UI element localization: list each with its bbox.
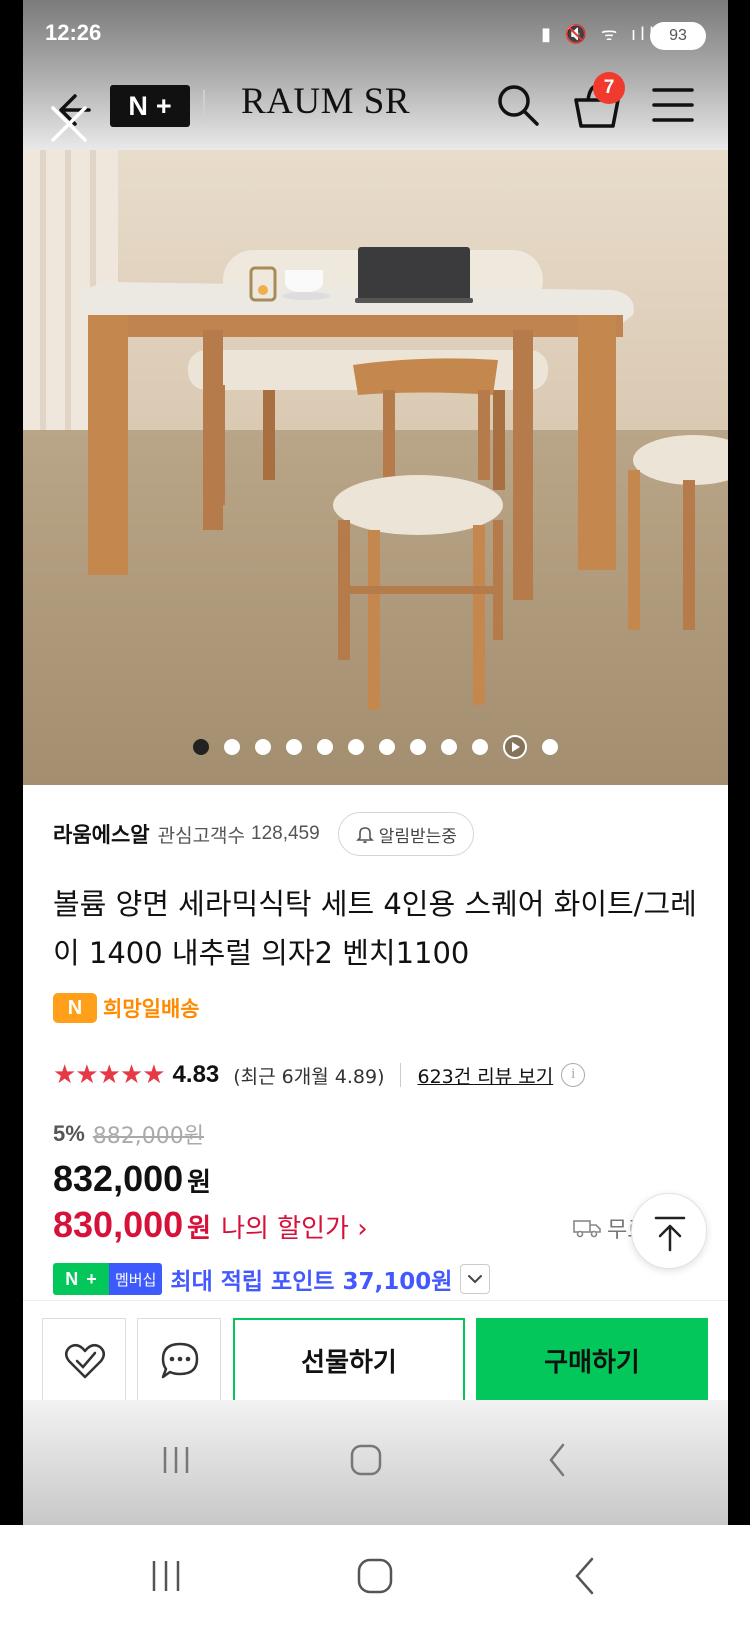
discount-rate: 5% xyxy=(53,1121,85,1146)
cart-count-badge: 7 xyxy=(593,72,625,104)
carousel-pagination xyxy=(23,735,728,759)
arrow-up-icon xyxy=(654,1216,686,1252)
carousel-dot[interactable] xyxy=(317,739,333,755)
discount-row: 5% 882,000원 xyxy=(53,1118,204,1150)
recent-apps-icon[interactable] xyxy=(151,1435,201,1485)
gift-button[interactable]: 선물하기 xyxy=(233,1318,465,1402)
header-divider xyxy=(203,90,205,122)
original-price: 882,000원 xyxy=(92,1124,205,1149)
rating-score: 4.83 xyxy=(172,1061,220,1088)
delivery-truck-outline-icon xyxy=(573,1220,601,1238)
price-unit: 원 xyxy=(187,1168,212,1198)
hamburger-menu-icon[interactable] xyxy=(648,82,698,128)
my-discount-price[interactable]: 830,000 원 나의 할인가 › xyxy=(53,1204,368,1246)
status-icons: ▮ 🔇 ᯤ ıll xyxy=(541,24,658,45)
points-expand-button[interactable] xyxy=(460,1264,491,1294)
carousel-dot[interactable] xyxy=(410,739,426,755)
membership-points-row[interactable]: N + 멤버십 최대 적립 포인트 37,100원 xyxy=(53,1262,491,1296)
np-badge-n: N xyxy=(65,1268,79,1289)
home-icon[interactable] xyxy=(350,1551,400,1601)
purchase-action-bar: 선물하기 구매하기 xyxy=(23,1300,728,1402)
back-icon[interactable] xyxy=(533,1435,583,1485)
nplus-plus: + xyxy=(155,90,172,121)
carousel-dot[interactable] xyxy=(224,739,240,755)
rating-row: ★★★★★ 4.83 (최근 6개월 4.89) 623건 리뷰 보기 i xyxy=(53,1055,586,1095)
recent-rating: (최근 6개월 4.89) xyxy=(233,1065,385,1088)
store-brand-logo[interactable]: RAUM SR xyxy=(241,80,410,123)
nplus-n: N xyxy=(128,90,148,121)
product-image-carousel[interactable] xyxy=(23,150,728,785)
app-screen: 12:26 ▮ 🔇 ᯤ ıll 93 N + RAUM SR 7 라움에스알 관… xyxy=(23,0,728,1525)
store-name-link[interactable]: 라움에스알 xyxy=(53,819,150,849)
rating-divider xyxy=(400,1063,402,1087)
battery-indicator: 93 xyxy=(650,22,706,50)
carousel-dot[interactable] xyxy=(472,739,488,755)
info-icon[interactable]: i xyxy=(561,1063,586,1087)
carousel-dot[interactable] xyxy=(441,739,457,755)
home-icon[interactable] xyxy=(341,1435,391,1485)
delivery-label: 희망일배송 xyxy=(103,997,200,1021)
carousel-dot[interactable] xyxy=(255,739,271,755)
sale-price: 832,000 원 xyxy=(53,1158,211,1200)
back-icon[interactable] xyxy=(560,1551,610,1601)
app-header: N + RAUM SR 7 xyxy=(23,70,728,150)
wishlist-button[interactable] xyxy=(42,1318,126,1402)
np-badge-membership: 멤버십 xyxy=(109,1263,163,1295)
chat-bubble-icon xyxy=(161,1342,199,1379)
device-frame: 12:26 ▮ 🔇 ᯤ ıll 93 N + RAUM SR 7 라움에스알 관… xyxy=(0,0,750,1625)
carousel-dot-video[interactable] xyxy=(503,735,527,759)
talk-talk-button[interactable] xyxy=(137,1318,221,1402)
store-info-row: 라움에스알 관심고객수 128,459 알림받는중 xyxy=(53,812,474,856)
carousel-dot[interactable] xyxy=(286,739,302,755)
my-price-unit: 원 xyxy=(187,1214,212,1244)
search-icon[interactable] xyxy=(493,80,543,130)
buy-button[interactable]: 구매하기 xyxy=(476,1318,708,1402)
product-photo xyxy=(23,150,728,785)
np-badge-symbol: N + xyxy=(53,1263,109,1295)
naver-plus-logo[interactable]: N + xyxy=(110,85,190,127)
status-bar: 12:26 ▮ 🔇 ᯤ ıll 93 xyxy=(23,0,728,70)
star-rating-icon: ★★★★★ xyxy=(53,1060,166,1090)
delivery-truck-icon: N xyxy=(53,993,97,1023)
bell-icon xyxy=(355,827,374,844)
carousel-dot[interactable] xyxy=(542,739,558,755)
naver-plus-membership-badge: N + 멤버십 xyxy=(53,1263,163,1295)
carousel-dot[interactable] xyxy=(379,739,395,755)
alert-label: 알림받는중 xyxy=(378,826,457,847)
play-icon xyxy=(512,742,520,752)
my-price-label: 나의 할인가 › xyxy=(221,1214,368,1244)
points-text: 최대 적립 포인트 37,100원 xyxy=(170,1269,453,1295)
inner-navigation-bar xyxy=(23,1400,728,1525)
interest-label: 관심고객수 xyxy=(157,824,246,847)
chevron-down-icon xyxy=(468,1275,483,1284)
recent-apps-icon[interactable] xyxy=(141,1551,191,1601)
np-badge-plus: + xyxy=(86,1268,97,1289)
scroll-to-top-button[interactable] xyxy=(631,1193,707,1269)
heart-check-icon xyxy=(65,1343,105,1379)
system-navigation-bar xyxy=(0,1525,750,1625)
product-title: 볼륨 양면 세라믹식탁 세트 4인용 스퀘어 화이트/그레이 1400 내추럴 … xyxy=(53,887,697,970)
notification-toggle-button[interactable]: 알림받는중 xyxy=(337,812,474,856)
review-link[interactable]: 623건 리뷰 보기 xyxy=(417,1062,553,1089)
price-value: 832,000 xyxy=(53,1158,184,1199)
carousel-dot[interactable] xyxy=(193,739,209,755)
close-icon[interactable] xyxy=(45,100,93,148)
interest-count: 128,459 xyxy=(251,823,320,844)
my-price-value: 830,000 xyxy=(53,1204,184,1245)
delivery-tag[interactable]: N 희망일배송 xyxy=(53,993,200,1023)
status-time: 12:26 xyxy=(45,20,102,45)
carousel-dot[interactable] xyxy=(348,739,364,755)
